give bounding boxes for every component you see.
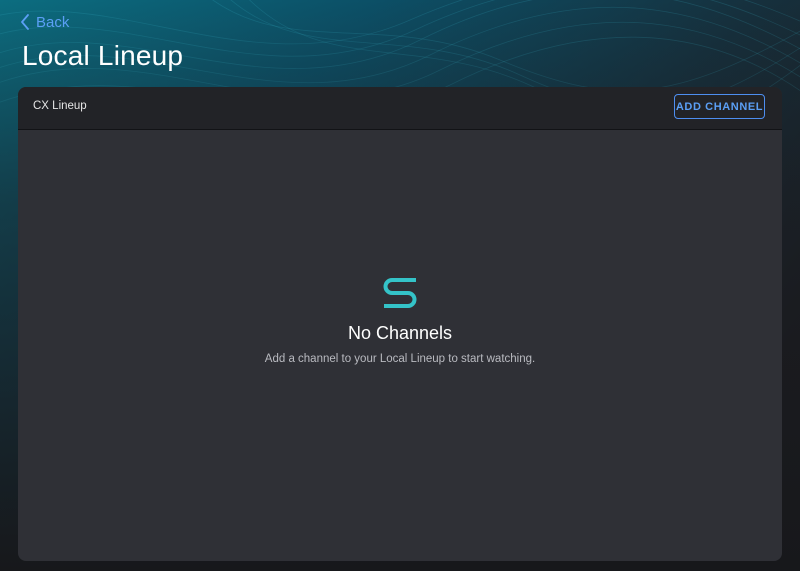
empty-state-message: Add a channel to your Local Lineup to st… [264,353,536,365]
back-button[interactable]: Back [20,11,69,33]
lineup-panel: CX Lineup ADD CHANNEL No Channels Add a … [18,87,782,561]
add-channel-button[interactable]: ADD CHANNEL [674,94,765,119]
empty-state: No Channels Add a channel to your Local … [18,277,782,365]
page-title: Local Lineup [22,40,184,71]
local-lineup-screen: Back Local Lineup CX Lineup ADD CHANNEL … [0,0,800,571]
channels-s-logo-icon [383,278,417,308]
panel-title: CX Lineup [33,100,87,112]
chevron-left-icon [21,14,29,30]
panel-header: CX Lineup ADD CHANNEL [18,87,782,130]
back-label: Back [36,13,70,31]
empty-state-title: No Channels [347,323,453,343]
